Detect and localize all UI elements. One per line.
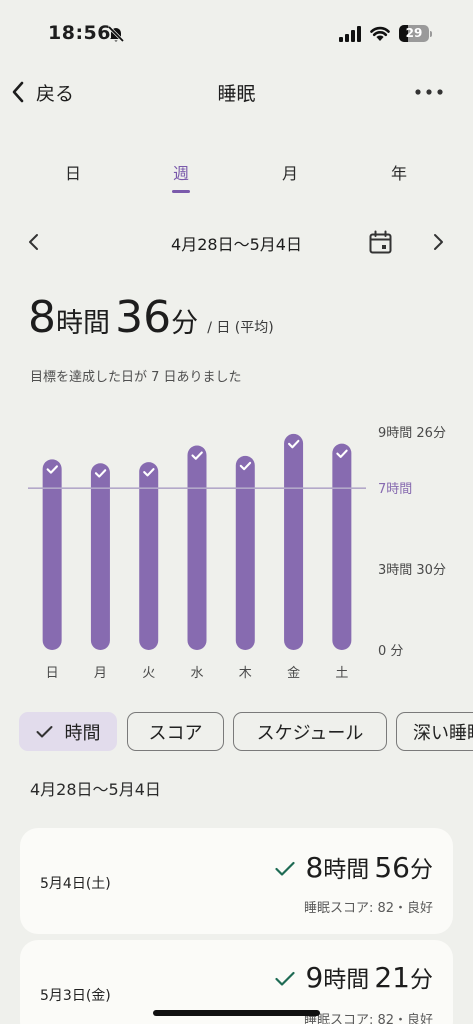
goal-met-check-icon [275, 971, 296, 986]
chip-label: スケジュール [256, 722, 364, 744]
x-tick-label: 木 [239, 666, 252, 681]
day-minutes: 56 [374, 851, 410, 884]
tab-week[interactable]: 週 [161, 160, 201, 184]
chip-duration[interactable]: 時間 [19, 712, 117, 751]
day-hours-unit: 時間 [323, 857, 370, 883]
period-tabs: 日 週 月 年 [0, 160, 473, 194]
y-tick-label: 9時間 26分 [378, 426, 446, 441]
sleep-bar[interactable] [90, 463, 110, 650]
bell-off-icon [107, 25, 125, 43]
goal-met-check-icon [275, 861, 296, 876]
x-tick-label: 月 [94, 666, 107, 681]
more-options-icon[interactable] [415, 89, 443, 95]
y-tick-label: 0 分 [378, 644, 403, 659]
chip-label: 深い睡眠 [413, 722, 473, 744]
metric-chips: 時間 スコア スケジュール 深い睡眠 [0, 712, 473, 752]
status-bar: 18:56 29 [0, 0, 473, 62]
day-card[interactable]: 5月4日(土) 8 時間 56 分 睡眠スコア: 82・良好 [20, 828, 453, 934]
sleep-bar[interactable] [332, 443, 352, 650]
day-hours: 8 [305, 851, 324, 884]
x-tick-label: 土 [335, 666, 348, 681]
wifi-icon [370, 26, 390, 41]
x-tick-label: 日 [46, 666, 59, 681]
average-sleep-summary: 8時間 36分 / 日 (平均) [28, 292, 458, 356]
battery-indicator: 29 [399, 25, 432, 42]
page-title: 睡眠 [217, 83, 256, 105]
status-time: 18:56 [48, 22, 111, 44]
chip-label: スコア [148, 722, 203, 744]
x-tick-label: 水 [190, 666, 203, 681]
chip-schedule[interactable]: スケジュール [233, 712, 387, 751]
list-header: 4月28日〜5月4日 [30, 780, 161, 799]
tab-year[interactable]: 年 [379, 160, 419, 184]
average-minutes: 36 [115, 292, 172, 343]
day-minutes-unit: 分 [410, 857, 433, 883]
chip-score[interactable]: スコア [127, 712, 224, 751]
nav-bar: 戻る 睡眠 [0, 70, 473, 114]
sleep-bar[interactable] [187, 445, 207, 650]
day-minutes-unit: 分 [410, 967, 433, 993]
y-tick-label: 7時間 [378, 482, 412, 497]
x-tick-label: 火 [142, 666, 155, 681]
day-date: 5月4日(土) [40, 876, 111, 892]
y-tick-label: 3時間 30分 [378, 563, 446, 578]
sleep-bar[interactable] [139, 462, 159, 650]
tab-month[interactable]: 月 [270, 160, 310, 184]
per-day-label: / 日 (平均) [207, 320, 274, 336]
check-icon [36, 725, 52, 737]
sleep-bar[interactable] [284, 433, 304, 650]
day-duration: 8 時間 56 分 [275, 850, 433, 884]
goal-achieved-text: 目標を達成した日が 7 日ありました [30, 370, 242, 385]
tab-day[interactable]: 日 [53, 160, 93, 184]
calendar-icon[interactable] [368, 230, 393, 255]
day-minutes: 21 [374, 961, 410, 994]
date-range-nav: 4月28日〜5月4日 [0, 224, 473, 260]
x-tick-label: 金 [287, 665, 300, 681]
chip-label: 時間 [64, 722, 101, 744]
hours-unit: 時間 [56, 308, 110, 339]
date-range-label: 4月28日〜5月4日 [171, 235, 302, 254]
chip-deep-sleep[interactable]: 深い睡眠 [396, 712, 473, 751]
average-hours: 8 [28, 292, 56, 343]
day-score: 睡眠スコア: 82・良好 [303, 1013, 433, 1024]
minutes-unit: 分 [171, 308, 199, 339]
home-indicator [153, 1010, 320, 1016]
day-duration: 9 時間 21 分 [275, 960, 433, 994]
weekly-sleep-chart: 9時間 26分 7時間 3時間 30分 0 分日 月 火 水 木 金 土 [28, 426, 446, 681]
day-hours-unit: 時間 [323, 967, 370, 993]
battery-level: 29 [405, 26, 423, 40]
next-week-icon[interactable] [430, 233, 446, 251]
day-date: 5月3日(金) [40, 988, 111, 1004]
active-tab-indicator [172, 190, 190, 193]
day-hours: 9 [305, 961, 324, 994]
cellular-signal-icon [339, 26, 361, 42]
sleep-bar[interactable] [235, 455, 255, 650]
day-score: 睡眠スコア: 82・良好 [303, 901, 433, 916]
